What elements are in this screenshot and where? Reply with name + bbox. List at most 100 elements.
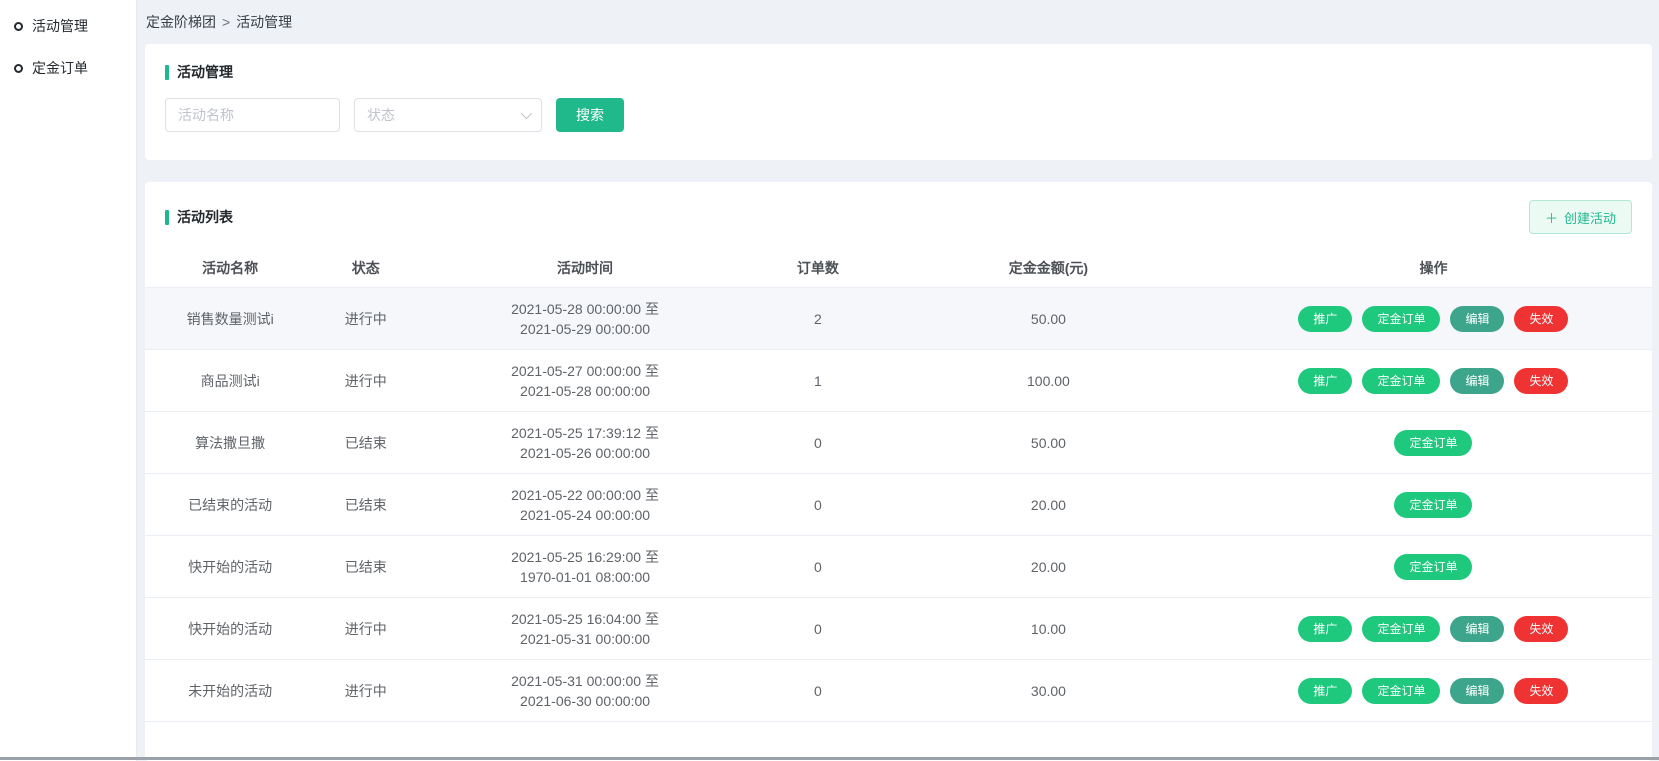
create-activity-label: 创建活动	[1564, 208, 1616, 227]
invalidate-button[interactable]: 失效	[1514, 678, 1568, 704]
chevron-down-icon	[521, 108, 532, 119]
order-count-cell: 0	[754, 435, 882, 451]
edit-button[interactable]: 编辑	[1450, 368, 1504, 394]
main-content: 定金阶梯团 > 活动管理 活动管理 状态 搜索	[137, 0, 1659, 761]
time-end: 2021-05-24 00:00:00	[416, 505, 754, 525]
order-count-cell: 0	[754, 621, 882, 637]
activity-name-cell: 快开始的活动	[145, 557, 315, 577]
breadcrumb-current: 活动管理	[236, 12, 292, 32]
breadcrumb-parent[interactable]: 定金阶梯团	[146, 12, 216, 32]
table-row: 未开始的活动 进行中 2021-05-31 00:00:00 至 2021-06…	[145, 660, 1652, 722]
actions-cell: 定金订单	[1215, 430, 1652, 456]
status-cell: 已结束	[315, 557, 416, 577]
status-cell: 进行中	[315, 619, 416, 639]
deposit-amount-cell: 20.00	[882, 497, 1215, 513]
table-row: 算法撒旦撒 已结束 2021-05-25 17:39:12 至 2021-05-…	[145, 412, 1652, 474]
time-end: 2021-05-26 00:00:00	[416, 443, 754, 463]
time-start: 2021-05-22 00:00:00 至	[416, 485, 754, 505]
table-body: 销售数量测试i 进行中 2021-05-28 00:00:00 至 2021-0…	[145, 288, 1652, 722]
activity-name-cell: 销售数量测试i	[145, 309, 315, 329]
column-header-actions: 操作	[1215, 258, 1652, 278]
column-header-orders: 订单数	[754, 258, 882, 278]
deposit-orders-button[interactable]: 定金订单	[1362, 368, 1440, 394]
actions-cell: 推广定金订单编辑失效	[1215, 306, 1652, 332]
invalidate-button[interactable]: 失效	[1514, 368, 1568, 394]
promote-button[interactable]: 推广	[1298, 368, 1352, 394]
sidebar-item-deposit-orders[interactable]: 定金订单	[0, 50, 136, 86]
breadcrumb: 定金阶梯团 > 活动管理	[137, 0, 1659, 44]
actions-cell: 推广定金订单编辑失效	[1215, 616, 1652, 642]
search-button[interactable]: 搜索	[556, 98, 624, 132]
edit-button[interactable]: 编辑	[1450, 306, 1504, 332]
status-select-placeholder: 状态	[367, 105, 395, 125]
time-start: 2021-05-27 00:00:00 至	[416, 361, 754, 381]
table-row: 已结束的活动 已结束 2021-05-22 00:00:00 至 2021-05…	[145, 474, 1652, 536]
deposit-amount-cell: 100.00	[882, 373, 1215, 389]
sidebar-item-activity-management[interactable]: 活动管理	[0, 8, 136, 44]
activity-list-panel: 活动列表 ＋ 创建活动 活动名称 状态 活动时间 订单数 定金金额(元) 操作 …	[145, 182, 1652, 761]
search-panel-title: 活动管理	[165, 62, 1632, 82]
time-end: 2021-05-29 00:00:00	[416, 319, 754, 339]
sidebar: 活动管理 定金订单	[0, 0, 137, 761]
table-header-row: 活动名称 状态 活动时间 订单数 定金金额(元) 操作	[145, 248, 1652, 288]
status-cell: 进行中	[315, 681, 416, 701]
order-count-cell: 0	[754, 683, 882, 699]
time-end: 2021-06-30 00:00:00	[416, 691, 754, 711]
deposit-amount-cell: 50.00	[882, 311, 1215, 327]
promote-button[interactable]: 推广	[1298, 616, 1352, 642]
deposit-amount-cell: 20.00	[882, 559, 1215, 575]
deposit-orders-button[interactable]: 定金订单	[1362, 616, 1440, 642]
activity-name-cell: 已结束的活动	[145, 495, 315, 515]
breadcrumb-separator: >	[222, 14, 230, 30]
activity-time-cell: 2021-05-25 17:39:12 至 2021-05-26 00:00:0…	[416, 423, 754, 463]
promote-button[interactable]: 推广	[1298, 306, 1352, 332]
column-header-status: 状态	[315, 258, 416, 278]
horizontal-scrollbar[interactable]	[0, 757, 1659, 760]
time-start: 2021-05-25 16:29:00 至	[416, 547, 754, 567]
time-start: 2021-05-25 16:04:00 至	[416, 609, 754, 629]
invalidate-button[interactable]: 失效	[1514, 306, 1568, 332]
activity-name-cell: 快开始的活动	[145, 619, 315, 639]
deposit-orders-button[interactable]: 定金订单	[1394, 492, 1472, 518]
activity-name-input[interactable]	[165, 98, 340, 132]
deposit-orders-button[interactable]: 定金订单	[1394, 430, 1472, 456]
promote-button[interactable]: 推广	[1298, 678, 1352, 704]
create-activity-button[interactable]: ＋ 创建活动	[1529, 200, 1632, 234]
status-select[interactable]: 状态	[354, 98, 542, 132]
order-count-cell: 1	[754, 373, 882, 389]
time-end: 2021-05-28 00:00:00	[416, 381, 754, 401]
order-count-cell: 0	[754, 559, 882, 575]
deposit-orders-button[interactable]: 定金订单	[1394, 554, 1472, 580]
activity-time-cell: 2021-05-25 16:29:00 至 1970-01-01 08:00:0…	[416, 547, 754, 587]
sidebar-item-label: 活动管理	[32, 16, 88, 36]
activity-name-cell: 算法撒旦撒	[145, 433, 315, 453]
activity-time-cell: 2021-05-27 00:00:00 至 2021-05-28 00:00:0…	[416, 361, 754, 401]
status-cell: 已结束	[315, 495, 416, 515]
invalidate-button[interactable]: 失效	[1514, 616, 1568, 642]
actions-cell: 定金订单	[1215, 492, 1652, 518]
time-start: 2021-05-25 17:39:12 至	[416, 423, 754, 443]
edit-button[interactable]: 编辑	[1450, 616, 1504, 642]
edit-button[interactable]: 编辑	[1450, 678, 1504, 704]
order-count-cell: 2	[754, 311, 882, 327]
status-cell: 已结束	[315, 433, 416, 453]
activity-time-cell: 2021-05-25 16:04:00 至 2021-05-31 00:00:0…	[416, 609, 754, 649]
column-header-time: 活动时间	[416, 258, 754, 278]
order-count-cell: 0	[754, 497, 882, 513]
table-row: 商品测试i 进行中 2021-05-27 00:00:00 至 2021-05-…	[145, 350, 1652, 412]
column-header-amount: 定金金额(元)	[882, 258, 1215, 278]
deposit-orders-button[interactable]: 定金订单	[1362, 306, 1440, 332]
status-cell: 进行中	[315, 309, 416, 329]
deposit-orders-button[interactable]: 定金订单	[1362, 678, 1440, 704]
time-start: 2021-05-31 00:00:00 至	[416, 671, 754, 691]
search-form: 状态 搜索	[165, 98, 1632, 132]
table-row: 快开始的活动 已结束 2021-05-25 16:29:00 至 1970-01…	[145, 536, 1652, 598]
activity-time-cell: 2021-05-28 00:00:00 至 2021-05-29 00:00:0…	[416, 299, 754, 339]
activity-list-header: 活动列表 ＋ 创建活动	[145, 200, 1652, 234]
actions-cell: 定金订单	[1215, 554, 1652, 580]
section-bar-icon	[165, 65, 169, 80]
deposit-amount-cell: 10.00	[882, 621, 1215, 637]
search-panel: 活动管理 状态 搜索	[145, 44, 1652, 160]
deposit-amount-cell: 50.00	[882, 435, 1215, 451]
activity-time-cell: 2021-05-22 00:00:00 至 2021-05-24 00:00:0…	[416, 485, 754, 525]
